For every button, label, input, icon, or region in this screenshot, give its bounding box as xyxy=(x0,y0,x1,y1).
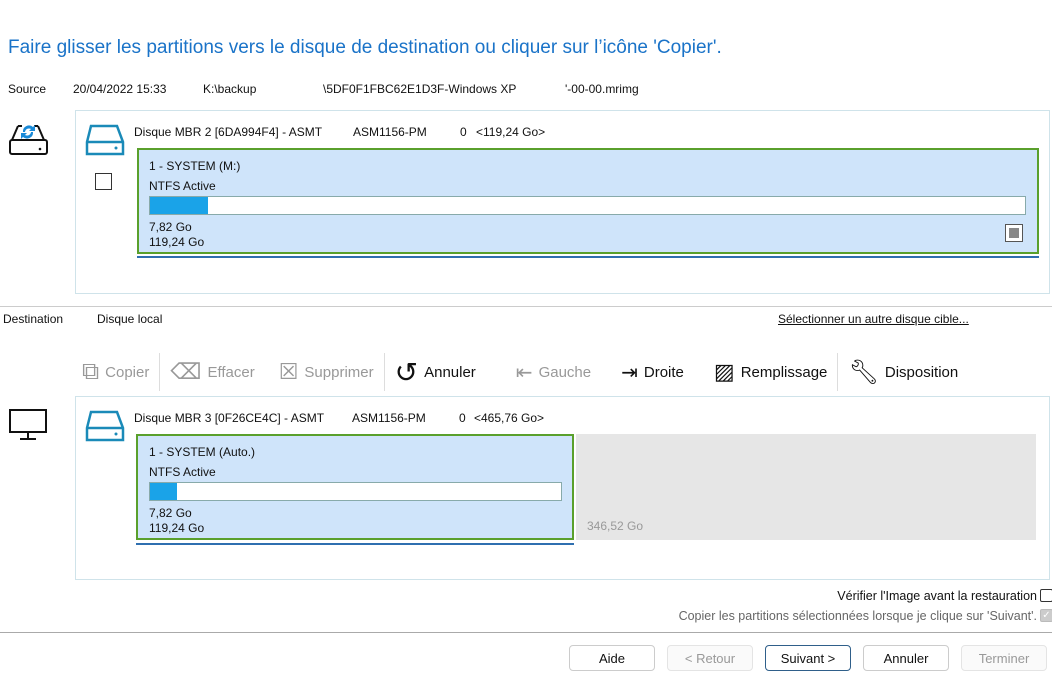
destination-disk-size: <465,76 Go> xyxy=(474,411,545,425)
image-restore-icon xyxy=(9,125,48,155)
destination-disk-model: ASM1156-PM xyxy=(352,411,426,425)
destination-label: Destination xyxy=(3,312,64,326)
toolbar: ⧉ Copier ⌫ Effacer ☒ Supprimer ↺ Annuler ⇤ Ga… xyxy=(82,352,958,392)
delete-button[interactable]: ☒ Supprimer xyxy=(279,359,374,385)
right-label: Droite xyxy=(643,363,684,381)
divider xyxy=(0,306,1052,307)
monitor-icon xyxy=(9,409,47,440)
source-disk-checkbox[interactable] xyxy=(95,173,112,190)
undo-icon: ↺ xyxy=(394,356,419,388)
erase-button[interactable]: ⌫ Effacer xyxy=(170,359,254,385)
partition-type: NTFS Active xyxy=(149,179,216,193)
partition-used: 7,82 Go xyxy=(149,506,192,520)
back-button[interactable]: < Retour xyxy=(667,645,753,671)
page-title: Faire glisser les partitions vers le dis… xyxy=(8,37,722,58)
source-disk-model: ASM1156-PM xyxy=(353,125,427,139)
cancel-button[interactable]: Annuler xyxy=(863,645,949,671)
source-suffix: '-00-00.mrimg xyxy=(565,82,639,96)
partition-select-checkbox[interactable] xyxy=(1005,224,1023,242)
left-label: Gauche xyxy=(538,363,592,381)
source-partition-underline xyxy=(137,256,1039,258)
source-disk-size: <119,24 Go> xyxy=(476,125,546,139)
usage-fill xyxy=(150,483,178,500)
destination-disk-name: Disque MBR 3 [0F26CE4C] - ASMT xyxy=(134,411,325,425)
next-button[interactable]: Suivant > xyxy=(765,645,851,671)
partition-name: 1 - SYSTEM (Auto.) xyxy=(149,445,256,459)
layout-label: Disposition xyxy=(884,363,959,381)
delete-label: Supprimer xyxy=(304,363,374,381)
destination-partition[interactable]: 1 - SYSTEM (Auto.) NTFS Active 7,82 Go 1… xyxy=(136,434,574,540)
usage-fill xyxy=(150,197,208,214)
unallocated-space[interactable]: 346,52 Go xyxy=(576,434,1036,540)
source-disk-index: 0 xyxy=(460,125,467,139)
partition-usage-bar xyxy=(149,196,1026,215)
source-path: K:\backup xyxy=(203,82,257,96)
wrench-icon: 🔧︎ xyxy=(848,358,879,386)
fill-button[interactable]: ▨ Remplissage xyxy=(714,359,828,385)
disk-icon xyxy=(85,410,125,442)
toolbar-separator xyxy=(383,353,385,391)
partition-total: 119,24 Go xyxy=(149,521,205,535)
partition-total: 119,24 Go xyxy=(149,235,205,249)
partition-name: 1 - SYSTEM (M:) xyxy=(149,159,241,173)
destination-partition-underline xyxy=(136,543,574,545)
verify-label: Vérifier l'Image avant la restauration xyxy=(837,589,1037,603)
align-right-icon: ⇥ xyxy=(621,361,638,384)
hatch-fill-icon: ▨ xyxy=(713,359,735,384)
finish-button[interactable]: Terminer xyxy=(961,645,1047,671)
toolbar-separator xyxy=(837,353,839,391)
partition-usage-bar xyxy=(149,482,562,501)
fill-label: Remplissage xyxy=(740,363,828,381)
erase-label: Effacer xyxy=(207,363,255,381)
help-button[interactable]: Aide xyxy=(569,645,655,671)
verify-checkbox[interactable] xyxy=(1040,589,1052,602)
copy-selected-label: Copier les partitions sélectionnées lors… xyxy=(678,609,1037,623)
copy-label: Copier xyxy=(105,363,150,381)
source-label: Source xyxy=(8,82,47,96)
copy-selected-checkbox[interactable]: ✓ xyxy=(1040,609,1052,622)
source-file: \5DF0F1FBC62E1D3F-Windows XP xyxy=(323,82,517,96)
destination-disk-index: 0 xyxy=(459,411,466,425)
source-partition[interactable]: 1 - SYSTEM (M:) NTFS Active 7,82 Go 119,… xyxy=(137,148,1039,254)
divider xyxy=(0,632,1052,633)
left-button[interactable]: ⇤ Gauche xyxy=(516,360,591,385)
toolbar-separator xyxy=(159,353,161,391)
unallocated-size: 346,52 Go xyxy=(587,519,644,533)
delete-icon: ☒ xyxy=(278,359,299,384)
disk-icon xyxy=(85,124,125,156)
copy-icon: ⧉ xyxy=(82,358,100,385)
source-date: 20/04/2022 15:33 xyxy=(73,82,167,96)
partition-used: 7,82 Go xyxy=(149,220,192,234)
undo-button[interactable]: ↺ Annuler xyxy=(395,356,476,389)
undo-label: Annuler xyxy=(424,363,476,381)
align-left-icon: ⇤ xyxy=(515,361,533,384)
select-other-disk-link[interactable]: Sélectionner un autre disque cible... xyxy=(778,312,969,326)
copy-button[interactable]: ⧉ Copier xyxy=(82,358,149,386)
eraser-icon: ⌫ xyxy=(170,359,202,384)
right-button[interactable]: ⇥ Droite xyxy=(621,360,684,385)
destination-disk-label: Disque local xyxy=(97,312,163,326)
partition-type: NTFS Active xyxy=(149,465,216,479)
source-disk-name: Disque MBR 2 [6DA994F4] - ASMT xyxy=(134,125,323,139)
layout-button[interactable]: 🔧︎ Disposition xyxy=(848,358,958,387)
